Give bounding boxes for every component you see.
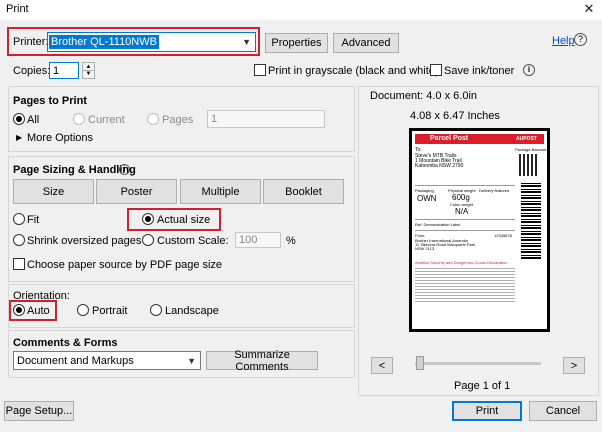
actual-size-label: Actual size (157, 214, 211, 226)
comments-select[interactable]: Document and Markups ▼ (13, 351, 201, 370)
current-page-radio[interactable] (73, 113, 85, 125)
current-page-label: Current (88, 114, 125, 126)
preview-ref: Ref: Demonstration Label (415, 222, 461, 227)
preview-weight-value: 600g (452, 193, 470, 202)
info-glyph: i (527, 65, 531, 74)
help-icon[interactable]: ? (574, 33, 587, 46)
landscape-label: Landscape (165, 305, 219, 317)
summarize-comments-button[interactable]: Summarize Comments (206, 349, 318, 373)
fit-radio[interactable] (13, 213, 25, 225)
custom-scale-label: Custom Scale: (157, 235, 229, 247)
chevron-down-icon: ▼ (242, 37, 251, 47)
sizing-info-glyph: i (123, 166, 126, 173)
comments-selected-value: Document and Markups (17, 354, 134, 367)
preview-divider-3 (415, 230, 515, 231)
grayscale-checkbox[interactable] (254, 64, 266, 76)
page-indicator: Page 1 of 1 (454, 380, 511, 392)
properties-button[interactable]: Properties (265, 33, 328, 53)
chevron-down-icon: ▼ (187, 355, 196, 366)
vertical-barcode (521, 181, 541, 259)
window-title: Print (6, 3, 29, 15)
tab-size[interactable]: Size (13, 179, 94, 204)
page-setup-button[interactable]: Page Setup... (4, 401, 74, 421)
pages-range-input[interactable]: 1 (207, 110, 325, 128)
more-options-triangle-icon[interactable]: ▶ (16, 133, 22, 142)
paper-source-label: Choose paper source by PDF page size (27, 259, 223, 271)
preview-cubic-value: N/A (455, 207, 469, 216)
help-glyph: ? (577, 34, 583, 44)
preview-divider-2 (415, 219, 515, 220)
printer-selected-value: Brother QL-1110NWB (49, 35, 159, 49)
previous-page-button[interactable]: < (371, 357, 393, 374)
preview-packaging-value: OWN (417, 194, 437, 203)
more-options-link[interactable]: More Options (27, 132, 93, 144)
advanced-button[interactable]: Advanced (333, 33, 399, 53)
auto-orientation-radio[interactable] (13, 304, 25, 316)
preview-carrier: AUPOST (516, 136, 537, 142)
print-button[interactable]: Print (452, 401, 522, 421)
tab-multiple[interactable]: Multiple (180, 179, 261, 204)
grayscale-label: Print in grayscale (black and white) (268, 65, 439, 77)
title-bar (0, 0, 602, 20)
portrait-label: Portrait (92, 305, 128, 317)
copies-value: 1 (53, 64, 60, 77)
info-icon[interactable]: i (523, 64, 535, 76)
pages-range-value: 1 (211, 113, 218, 125)
preview-warning: Aviation Security and Dangerous Goods De… (415, 260, 508, 265)
page-preview: Parcel Post AUPOST To: Steve's MTB Trail… (411, 130, 548, 330)
actual-size-radio[interactable] (142, 213, 154, 225)
pages-range-label: Pages (162, 114, 194, 126)
shrink-radio[interactable] (13, 234, 25, 246)
paper-source-checkbox[interactable] (13, 258, 25, 270)
all-pages-label: All (27, 114, 40, 126)
page-sizing-heading: Page Sizing & Handling (13, 164, 136, 176)
custom-scale-radio[interactable] (142, 234, 154, 246)
pages-to-print-heading: Pages to Print (13, 95, 87, 107)
preview-delivery-label: Delivery features (479, 188, 510, 193)
all-pages-radio[interactable] (13, 113, 25, 125)
pages-range-radio[interactable] (147, 113, 159, 125)
page-slider-track[interactable] (415, 362, 541, 365)
preview-divider (415, 185, 515, 186)
stepper-down-icon[interactable]: ▼ (83, 71, 94, 78)
shrink-label: Shrink oversized pages (27, 235, 142, 247)
paper-size-label: 4.08 x 6.47 Inches (410, 110, 500, 122)
fit-label: Fit (27, 214, 40, 226)
sizing-info-icon[interactable]: i (119, 164, 130, 175)
copies-input[interactable]: 1 (49, 62, 79, 79)
preview-to-city: Katoomba NSW 2790 (415, 163, 464, 169)
printer-select[interactable]: Brother QL-1110NWB ▼ (47, 32, 256, 52)
preview-brand: Parcel Post (430, 135, 469, 142)
portrait-radio[interactable] (77, 304, 89, 316)
preview-id-number: 12345678 (494, 233, 512, 238)
percent-label: % (286, 235, 296, 247)
close-icon[interactable]: ✕ (580, 1, 598, 17)
save-ink-label: Save ink/toner (444, 65, 515, 77)
save-ink-checkbox[interactable] (430, 64, 442, 76)
preview-barcode-label: Package Barcode (515, 147, 547, 152)
tab-booklet[interactable]: Booklet (263, 179, 344, 204)
qr-code (519, 154, 539, 176)
preview-fine-print (415, 268, 515, 304)
stepper-up-icon[interactable]: ▲ (83, 63, 94, 71)
copies-stepper[interactable]: ▲ ▼ (82, 62, 95, 79)
tab-poster[interactable]: Poster (96, 179, 177, 204)
page-slider-thumb[interactable] (416, 356, 424, 370)
custom-scale-input[interactable]: 100 (235, 232, 281, 248)
auto-orientation-label: Auto (27, 305, 50, 317)
cancel-button[interactable]: Cancel (529, 401, 597, 421)
document-size-label: Document: 4.0 x 6.0in (370, 90, 478, 102)
custom-scale-value: 100 (239, 234, 258, 246)
copies-label: Copies: (13, 65, 51, 77)
preview-from-city: NSW 2113 (415, 246, 435, 251)
help-link[interactable]: Help (552, 35, 575, 47)
landscape-radio[interactable] (150, 304, 162, 316)
comments-heading: Comments & Forms (13, 337, 118, 349)
next-page-button[interactable]: > (563, 357, 585, 374)
printer-label: Printer: (13, 36, 49, 48)
